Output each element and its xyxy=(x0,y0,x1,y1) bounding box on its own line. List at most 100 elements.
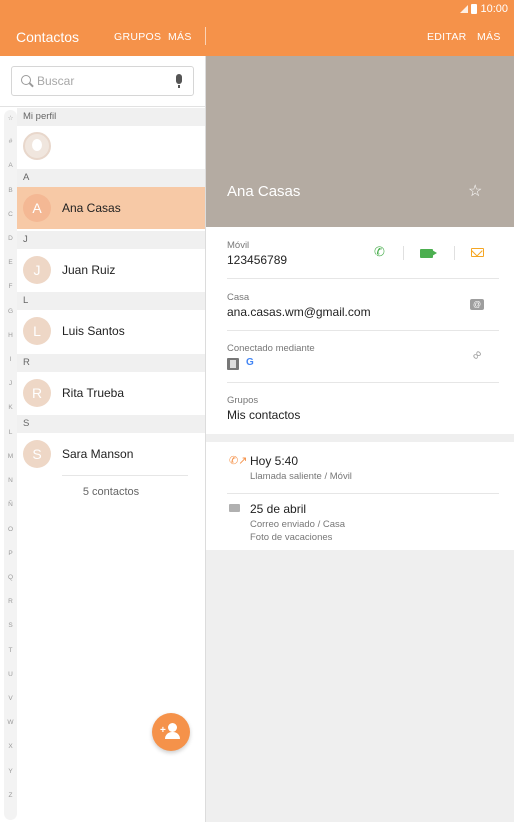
index-letter[interactable]: P xyxy=(4,550,17,557)
email-log-icon xyxy=(229,504,240,512)
index-letter[interactable]: T xyxy=(4,647,17,654)
index-letter[interactable]: Ñ xyxy=(4,501,17,508)
divider xyxy=(403,246,404,260)
index-letter[interactable]: R xyxy=(4,598,17,605)
linked-label: Conectado mediante xyxy=(227,343,315,354)
section-header: R xyxy=(17,354,205,372)
index-letter[interactable]: F xyxy=(4,283,17,290)
index-letter[interactable]: L xyxy=(4,429,17,436)
index-letter[interactable]: S xyxy=(4,622,17,629)
contact-count: 5 contactos xyxy=(82,486,140,498)
google-icon: G xyxy=(246,357,254,368)
contact-name: Luis Santos xyxy=(62,324,125,338)
link-icon[interactable]: ∞ xyxy=(468,346,485,363)
email-address[interactable]: ana.casas.wm@gmail.com xyxy=(227,305,371,319)
avatar: A xyxy=(23,194,51,222)
person-icon xyxy=(168,723,177,732)
contact-header: Ana Casas ☆ xyxy=(206,56,514,227)
more-tab[interactable]: MÁS xyxy=(168,31,192,43)
index-letter[interactable]: Y xyxy=(4,768,17,775)
divider xyxy=(227,382,499,383)
contact-list-panel: ☆#ABCDEFGHIJKLMNÑOPQRSTUVWXYZ Mi perfil … xyxy=(0,56,205,822)
contact-row[interactable]: L Luis Santos xyxy=(17,310,205,352)
index-letter[interactable]: H xyxy=(4,332,17,339)
more-options-button[interactable]: MÁS xyxy=(477,31,501,43)
edit-button[interactable]: EDITAR xyxy=(427,31,467,43)
index-letter[interactable]: I xyxy=(4,356,17,363)
index-letter[interactable]: B xyxy=(4,187,17,194)
index-letter[interactable]: Q xyxy=(4,574,17,581)
profile-avatar[interactable] xyxy=(23,132,51,160)
home-label: Casa xyxy=(227,292,250,303)
app-bar: 10:00 Contactos GRUPOS MÁS EDITAR MÁS xyxy=(0,0,514,56)
log-detail: Correo enviado / Casa xyxy=(250,519,346,530)
contact-name: Juan Ruiz xyxy=(62,263,116,277)
divider xyxy=(227,493,499,494)
video-call-icon[interactable] xyxy=(420,249,433,258)
device-account-icon xyxy=(227,358,239,370)
index-letter[interactable]: W xyxy=(4,719,17,726)
contact-row[interactable]: A Ana Casas xyxy=(17,187,205,229)
search-box[interactable] xyxy=(11,66,194,96)
contact-name: Rita Trueba xyxy=(62,386,125,400)
mobile-label: Móvil xyxy=(227,240,250,251)
divider xyxy=(0,106,205,107)
contact-row[interactable]: R Rita Trueba xyxy=(17,372,205,414)
section-header-profile: Mi perfil xyxy=(17,108,205,126)
index-letter[interactable]: G xyxy=(4,308,17,315)
index-letter[interactable]: O xyxy=(4,526,17,533)
section-header: A xyxy=(17,169,205,187)
app-title[interactable]: Contactos xyxy=(16,29,79,45)
index-letter[interactable]: A xyxy=(4,162,17,169)
index-letter[interactable]: Z xyxy=(4,792,17,799)
index-letter[interactable]: N xyxy=(4,477,17,484)
log-detail: Foto de vacaciones xyxy=(250,532,333,543)
contact-row[interactable]: S Sara Manson xyxy=(17,433,205,475)
search-input[interactable] xyxy=(37,74,167,88)
index-letter[interactable]: U xyxy=(4,671,17,678)
groups-tab[interactable]: GRUPOS xyxy=(114,31,161,43)
divider xyxy=(62,475,188,476)
contact-name-title: Ana Casas xyxy=(227,183,301,200)
index-letter[interactable]: E xyxy=(4,259,17,266)
contact-details: Móvil 123456789 ✆ Casa ana.casas.wm@gmai… xyxy=(206,227,514,434)
divider xyxy=(227,278,499,279)
groups-label: Grupos xyxy=(227,395,259,406)
toolbar-divider xyxy=(205,27,206,45)
divider xyxy=(454,246,455,260)
index-letter[interactable]: C xyxy=(4,211,17,218)
section-header: S xyxy=(17,415,205,433)
phone-icon[interactable]: ✆ xyxy=(374,245,386,258)
mobile-number[interactable]: 123456789 xyxy=(227,253,287,267)
search-icon xyxy=(21,75,31,85)
microphone-icon[interactable] xyxy=(176,74,182,88)
plus-icon: + xyxy=(160,725,166,736)
contact-name: Sara Manson xyxy=(62,447,134,461)
index-letter[interactable]: # xyxy=(4,138,17,145)
log-title[interactable]: Hoy 5:40 xyxy=(250,454,298,468)
message-icon[interactable] xyxy=(471,248,484,257)
alphabet-index[interactable]: ☆ # A B C D E F G H I J K L M N Ñ O P Q R S T U V W X Y Z xyxy=(4,110,17,820)
index-letter[interactable]: X xyxy=(4,743,17,750)
divider xyxy=(227,330,499,331)
star-icon[interactable]: ☆ xyxy=(468,181,482,201)
index-letter[interactable]: D xyxy=(4,235,17,242)
index-letter[interactable]: K xyxy=(4,404,17,411)
outgoing-call-icon: ✆↗ xyxy=(229,455,248,467)
signal-icon xyxy=(460,5,469,13)
battery-icon xyxy=(471,4,478,14)
section-header: L xyxy=(17,292,205,310)
email-icon[interactable]: @ xyxy=(470,299,484,310)
index-letter[interactable]: M xyxy=(4,453,17,460)
contact-row[interactable]: J Juan Ruiz xyxy=(17,249,205,291)
index-letter[interactable]: J xyxy=(4,380,17,387)
log-title[interactable]: 25 de abril xyxy=(250,502,306,516)
avatar: L xyxy=(23,317,51,345)
index-letter[interactable]: ☆ xyxy=(4,114,17,122)
avatar: S xyxy=(23,440,51,468)
contact-name: Ana Casas xyxy=(62,201,121,215)
groups-value[interactable]: Mis contactos xyxy=(227,408,300,422)
add-contact-button[interactable]: + xyxy=(152,713,190,751)
person-body-icon xyxy=(165,732,180,739)
index-letter[interactable]: V xyxy=(4,695,17,702)
